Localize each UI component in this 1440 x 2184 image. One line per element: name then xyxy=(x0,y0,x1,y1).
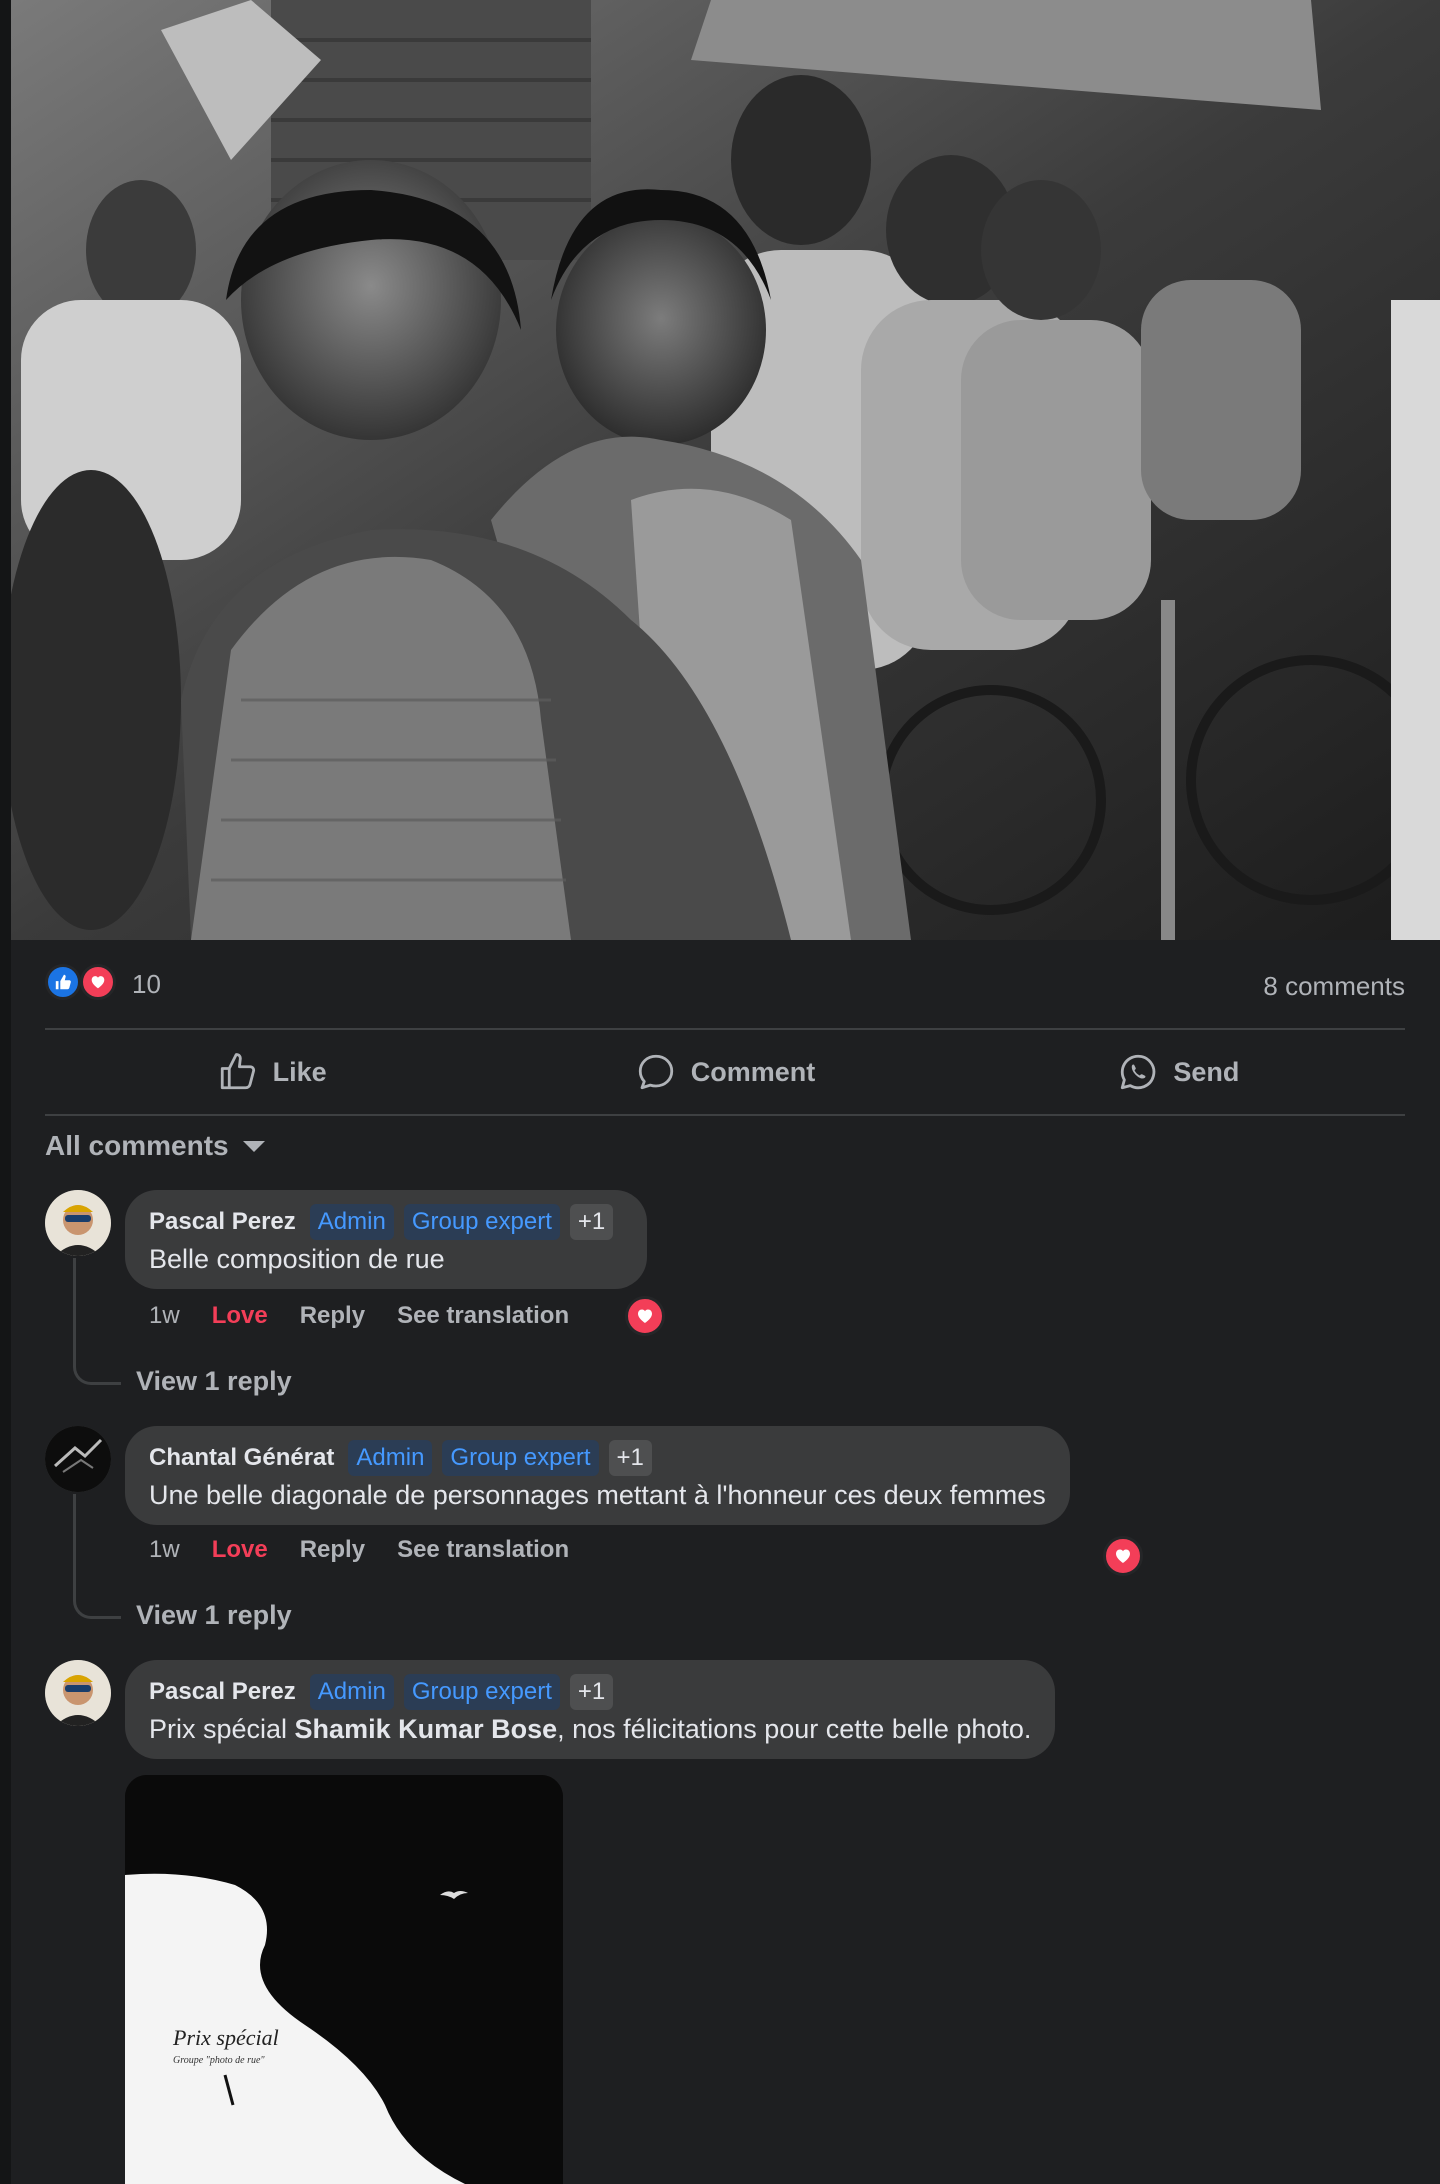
post-photo[interactable] xyxy=(11,0,1440,940)
comment-text-start: Prix spécial xyxy=(149,1714,295,1744)
comments-filter-label: All comments xyxy=(45,1130,229,1161)
heart-reaction-icon[interactable] xyxy=(625,1296,665,1336)
admin-badge[interactable]: Admin xyxy=(309,1204,394,1240)
reaction-count[interactable]: 10 xyxy=(132,969,161,1000)
street-photo-image xyxy=(11,0,1440,940)
comment-bubble: Pascal Perez Admin Group expert +1 Belle… xyxy=(125,1190,648,1289)
comments-filter-dropdown[interactable]: All comments xyxy=(45,1128,265,1164)
send-label: Send xyxy=(1173,1056,1240,1087)
comment-attachment-image[interactable]: Prix spécial Groupe "photo de rue" xyxy=(125,1775,563,2184)
user-mention[interactable]: Shamik Kumar Bose xyxy=(295,1714,558,1744)
more-badges[interactable]: +1 xyxy=(608,1440,652,1476)
comment-author[interactable]: Pascal Perez xyxy=(149,1208,296,1236)
comments-count[interactable]: 8 comments xyxy=(1263,971,1405,1002)
comment-button[interactable]: Comment xyxy=(498,1030,951,1114)
thread-connector xyxy=(73,1355,121,1385)
more-badges[interactable]: +1 xyxy=(569,1674,614,1710)
see-translation-button[interactable]: See translation xyxy=(397,1302,569,1330)
comment-text-end: , nos félicitations pour cette belle pho… xyxy=(557,1714,1032,1744)
action-bar: Like Comment Send xyxy=(45,1030,1405,1114)
comment-actions: 1w Love Reply See translation xyxy=(149,1298,601,1334)
avatar[interactable] xyxy=(45,1426,111,1492)
love-reaction-button[interactable]: Love xyxy=(212,1536,268,1564)
reply-button[interactable]: Reply xyxy=(300,1536,365,1564)
comment-icon xyxy=(638,1054,673,1090)
comment-actions: 1w Love Reply See translation xyxy=(149,1532,601,1568)
like-icon xyxy=(45,964,81,1000)
reactions-summary: 10 8 comments xyxy=(45,962,1405,1002)
comment-timestamp[interactable]: 1w xyxy=(149,1302,180,1330)
attachment-title: Prix spécial xyxy=(172,2025,279,2050)
attachment-subtitle: Groupe "photo de rue" xyxy=(173,2055,265,2066)
comment-author[interactable]: Pascal Perez xyxy=(149,1678,296,1706)
avatar[interactable] xyxy=(45,1660,111,1726)
reply-button[interactable]: Reply xyxy=(300,1302,365,1330)
love-reaction-button[interactable]: Love xyxy=(212,1302,268,1330)
comment-label: Comment xyxy=(690,1056,816,1087)
avatar[interactable] xyxy=(45,1190,111,1256)
comment-bubble: Chantal Générat Admin Group expert +1 Un… xyxy=(125,1426,1070,1525)
thread-connector xyxy=(73,1589,121,1619)
divider xyxy=(45,1114,1405,1116)
thumbs-up-icon xyxy=(220,1053,255,1090)
more-badges[interactable]: +1 xyxy=(569,1204,614,1240)
group-expert-badge[interactable]: Group expert xyxy=(442,1440,599,1476)
caret-down-icon xyxy=(242,1140,265,1152)
whatsapp-icon xyxy=(1121,1054,1156,1090)
comment-text: Une belle diagonale de personnages metta… xyxy=(149,1480,1046,1510)
comment-text: Belle composition de rue xyxy=(149,1244,445,1274)
comment-text: Prix spécial Shamik Kumar Bose, nos féli… xyxy=(149,1714,1031,1745)
love-icon xyxy=(80,964,116,1000)
send-button[interactable]: Send xyxy=(952,1030,1405,1114)
like-label: Like xyxy=(272,1056,327,1087)
thread-line xyxy=(73,1258,76,1358)
see-translation-button[interactable]: See translation xyxy=(397,1536,569,1564)
reaction-icons[interactable] xyxy=(45,964,121,1000)
left-edge xyxy=(0,0,11,2184)
heart-reaction-icon[interactable] xyxy=(1103,1536,1143,1576)
group-expert-badge[interactable]: Group expert xyxy=(403,1674,560,1710)
group-expert-badge[interactable]: Group expert xyxy=(403,1204,560,1240)
like-button[interactable]: Like xyxy=(45,1030,498,1114)
view-replies-link[interactable]: View 1 reply xyxy=(136,1366,292,1397)
thread-line xyxy=(73,1494,76,1590)
admin-badge[interactable]: Admin xyxy=(309,1674,394,1710)
comment-author[interactable]: Chantal Générat xyxy=(149,1444,334,1472)
admin-badge[interactable]: Admin xyxy=(348,1440,433,1476)
comment-timestamp[interactable]: 1w xyxy=(149,1536,180,1564)
comment-bubble: Pascal Perez Admin Group expert +1 Prix … xyxy=(125,1660,1056,1759)
view-replies-link[interactable]: View 1 reply xyxy=(136,1600,292,1631)
